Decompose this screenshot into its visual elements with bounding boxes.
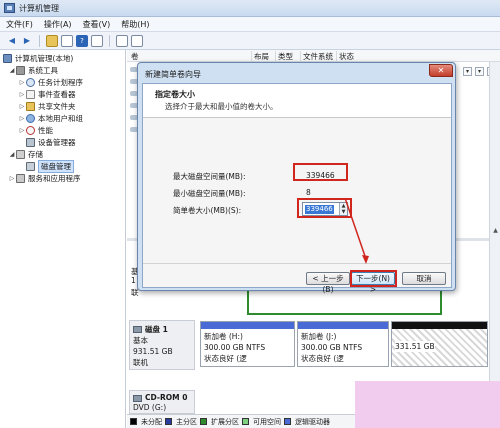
annotation-arrow xyxy=(344,197,369,264)
arrow-head xyxy=(362,255,369,264)
arrow-line xyxy=(344,197,367,260)
